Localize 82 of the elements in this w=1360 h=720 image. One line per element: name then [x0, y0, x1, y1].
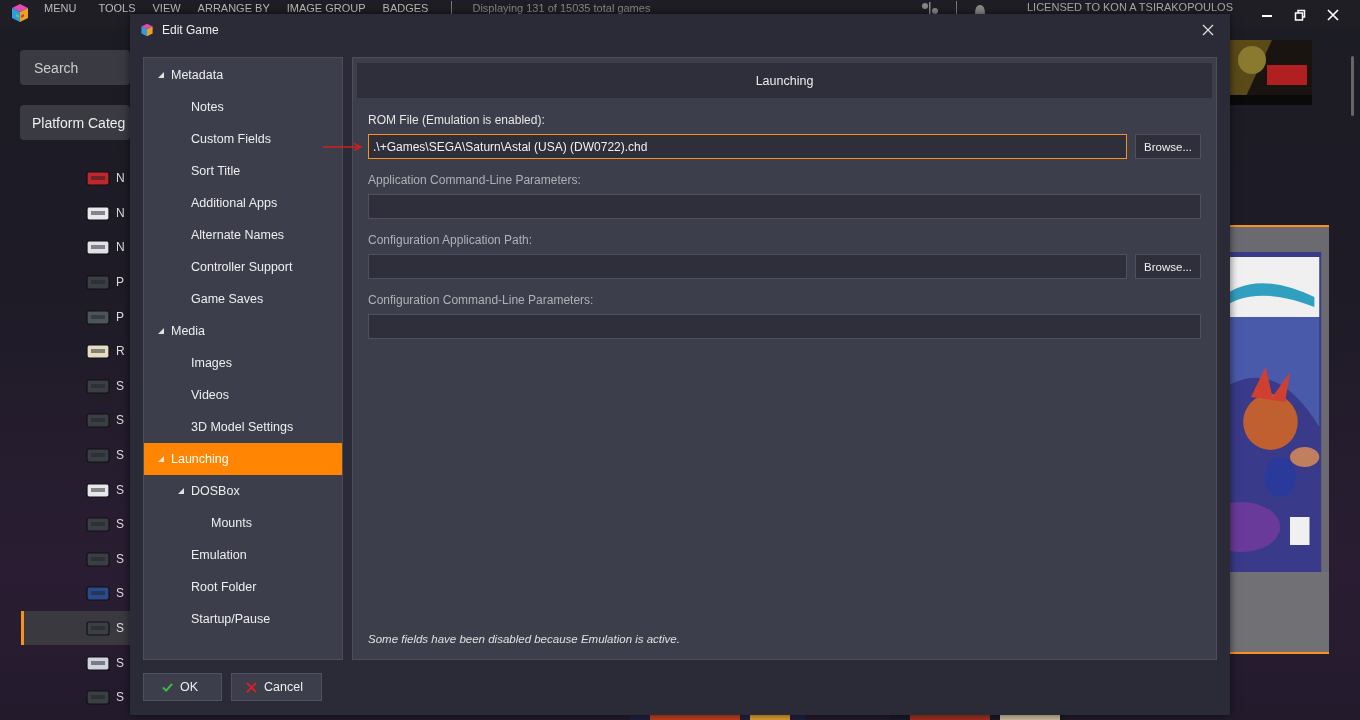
slider-icon[interactable] [920, 2, 940, 16]
platform-item[interactable]: S [21, 679, 130, 715]
bell-icon[interactable] [973, 2, 987, 16]
expanded-triangle-icon[interactable] [158, 72, 164, 78]
text-field[interactable]: .\+Games\SEGA\Saturn\Astal (USA) (DW0722).chd [368, 134, 1127, 159]
cube-logo-icon [140, 23, 154, 37]
close-icon[interactable] [1202, 24, 1214, 36]
tree-item[interactable]: Notes [144, 91, 342, 123]
console-icon [86, 273, 110, 292]
ok-button[interactable]: OK [143, 673, 222, 701]
pointer-arrow [323, 143, 363, 151]
section-header: Launching [357, 63, 1212, 98]
console-icon [86, 549, 110, 568]
platform-item[interactable]: S [21, 610, 130, 646]
field-label: Configuration Application Path: [368, 233, 534, 247]
platform-item[interactable]: R [21, 333, 130, 369]
tree-item[interactable]: Media [144, 315, 342, 347]
platform-item[interactable]: S [21, 472, 130, 507]
field-label: Configuration Command-Line Parameters: [368, 293, 595, 307]
field-label: Application Command-Line Parameters: [368, 173, 582, 187]
tree-item[interactable]: Startup/Pause [144, 603, 342, 635]
platform-item[interactable]: S [21, 506, 130, 542]
console-icon [86, 307, 110, 326]
expanded-triangle-icon[interactable] [178, 488, 184, 494]
tree-item[interactable]: Sort Title [144, 155, 342, 187]
console-icon [86, 619, 110, 637]
tree-item[interactable]: Emulation [144, 539, 342, 571]
menu-item[interactable]: MENU [44, 2, 77, 14]
console-icon [86, 203, 110, 222]
menu-item[interactable]: VIEW [152, 2, 181, 14]
tree-item[interactable]: Game Saves [144, 283, 342, 315]
menu-item[interactable]: BADGES [382, 2, 429, 14]
platform-item[interactable]: S [21, 437, 130, 473]
cross-icon [246, 681, 257, 693]
expanded-triangle-icon[interactable] [158, 328, 164, 334]
console-icon [86, 480, 110, 499]
platform-item[interactable]: N [21, 230, 130, 265]
tree-item[interactable]: Mounts [144, 507, 342, 539]
search-field[interactable]: Search [20, 50, 130, 85]
tree-item[interactable]: Videos [144, 379, 342, 411]
tree-item[interactable]: Custom Fields [144, 123, 342, 155]
note-text: Some fields have been disabled because Emulation is active. [367, 633, 681, 645]
tree-item[interactable]: Controller Support [144, 251, 342, 283]
browse-button[interactable]: Browse... [1135, 134, 1201, 159]
tree-item[interactable]: Root Folder [144, 571, 342, 603]
restore-icon[interactable] [1294, 9, 1306, 21]
console-icon [86, 584, 110, 603]
tree-item[interactable]: Images [144, 347, 342, 379]
tree-item[interactable]: Alternate Names [144, 219, 342, 251]
menu-item[interactable]: ARRANGE BY [197, 2, 270, 14]
platform-item[interactable]: S [21, 541, 130, 577]
platform-item[interactable]: S [21, 403, 130, 438]
menu-item[interactable]: IMAGE GROUP [286, 2, 366, 14]
tree-item[interactable]: Metadata [144, 59, 342, 91]
console-icon [86, 238, 110, 257]
console-icon [86, 515, 110, 534]
status-text: Displaying 131 of 15035 total games [472, 2, 651, 14]
field-label: ROM File (Emulation is enabled): [368, 113, 546, 127]
console-icon [86, 653, 110, 672]
platform-item[interactable]: P [21, 264, 130, 300]
console-icon [86, 342, 110, 361]
console-icon [86, 446, 110, 465]
tree-item[interactable]: Additional Apps [144, 187, 342, 219]
category-button[interactable]: Platform Categ [20, 105, 130, 140]
platform-item[interactable]: N [21, 161, 130, 196]
platform-item[interactable]: S [21, 645, 130, 680]
dialog-title: Edit Game [162, 23, 219, 37]
platform-item[interactable]: S [21, 368, 130, 404]
console-icon [86, 169, 110, 188]
license-text: LICENSED TO KON A TSIRAKOPOULOS [1027, 1, 1233, 13]
cancel-button[interactable]: Cancel [231, 673, 322, 701]
cube-logo-icon [10, 3, 30, 23]
platform-item[interactable]: P [21, 299, 130, 334]
platform-item[interactable]: S [21, 576, 130, 611]
console-icon [86, 376, 110, 395]
tree-item[interactable]: DOSBox [144, 475, 342, 507]
menu-item[interactable]: TOOLS [98, 2, 136, 14]
platform-item[interactable]: N [21, 195, 130, 231]
console-icon [86, 688, 110, 707]
console-icon [86, 411, 110, 430]
tree-item[interactable]: 3D Model Settings [144, 411, 342, 443]
check-icon [162, 681, 173, 693]
